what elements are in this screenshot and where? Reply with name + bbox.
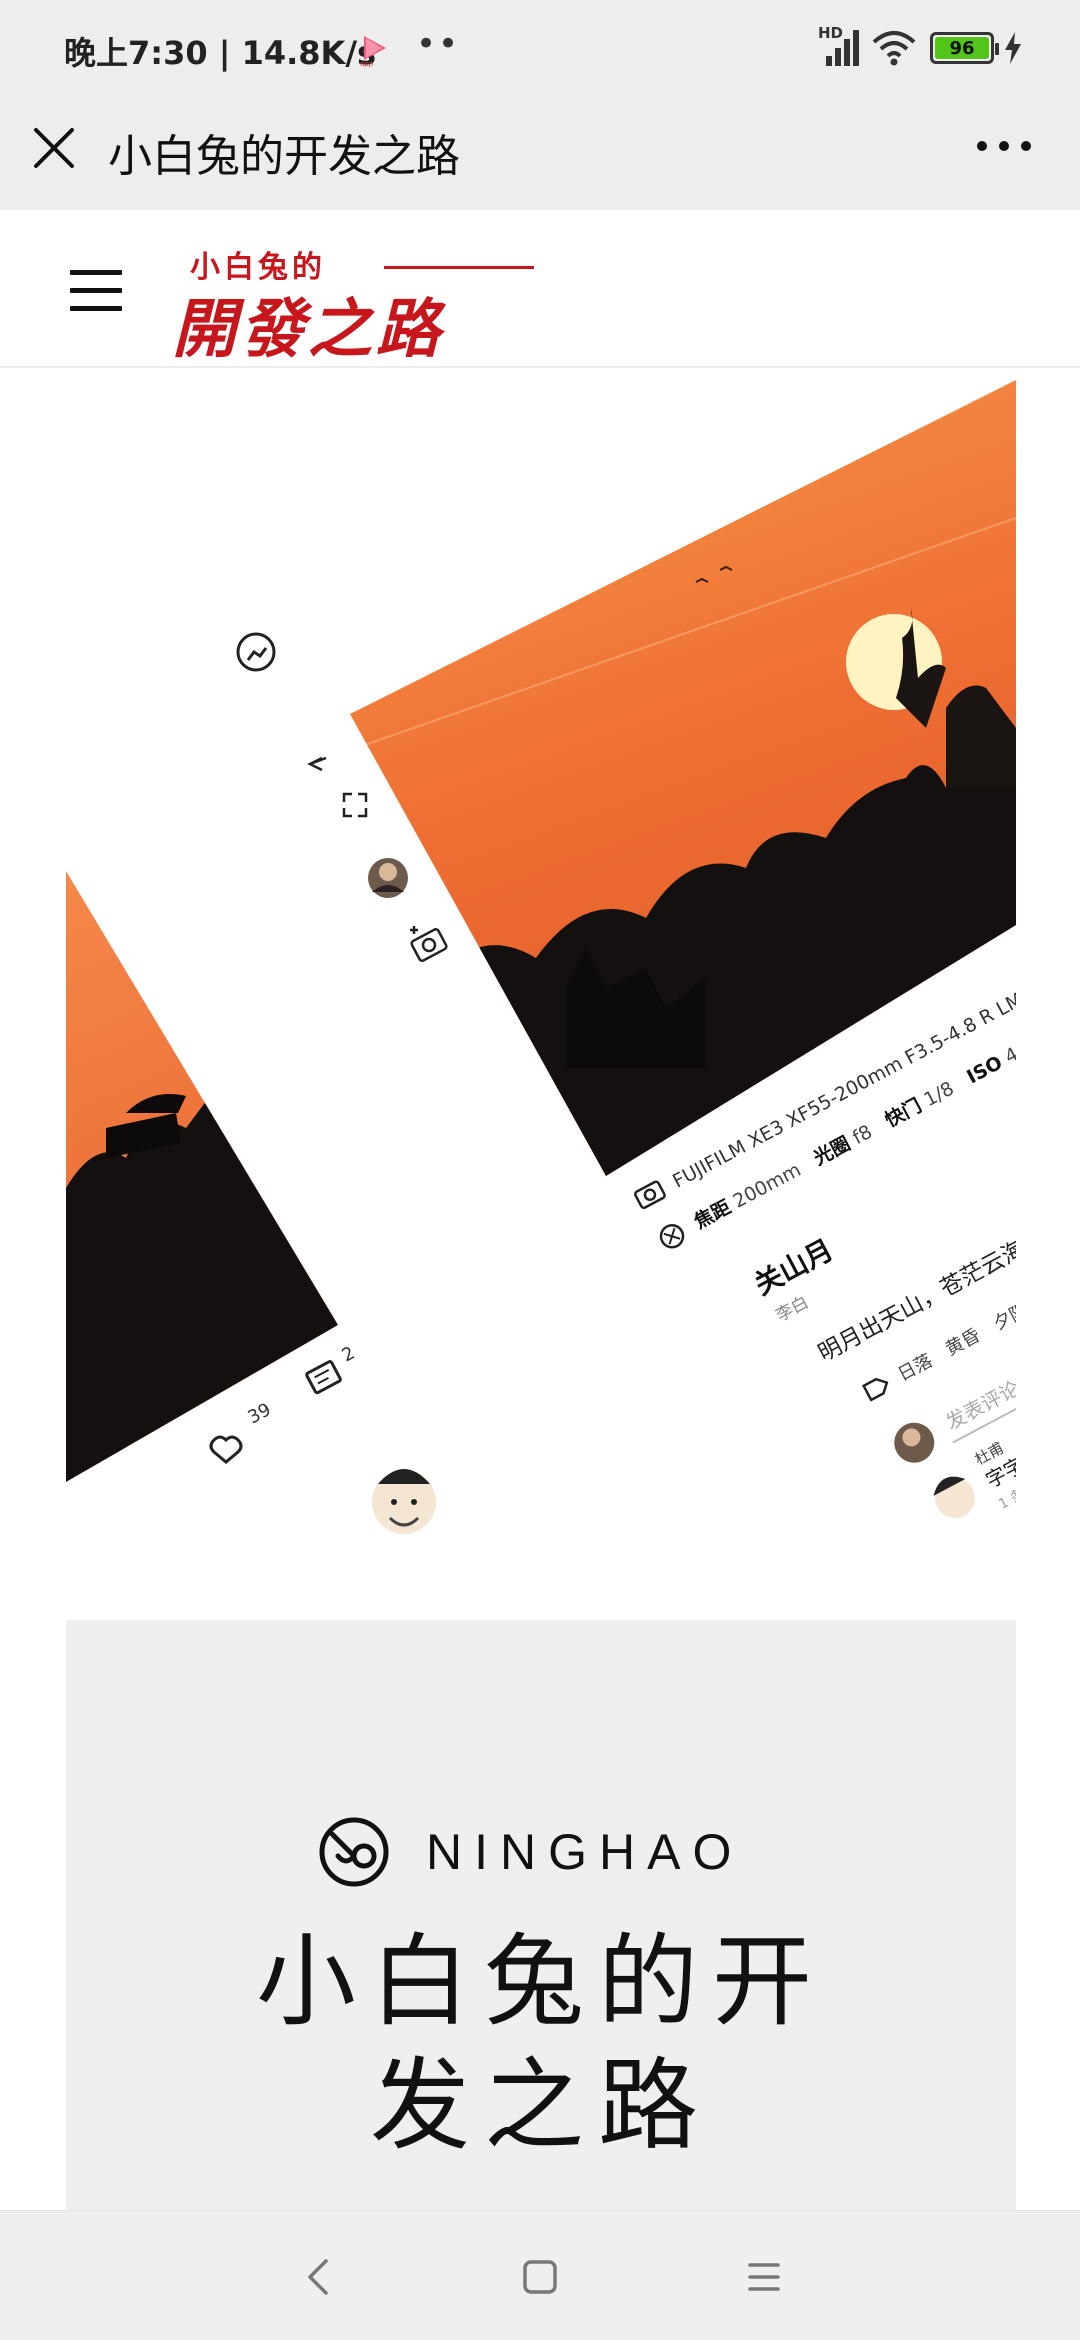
system-nav-bar: [0, 2210, 1080, 2340]
shutter-label: 快门: [881, 1094, 925, 1132]
brand: NINGHAO: [318, 1816, 743, 1888]
like-icon[interactable]: [209, 1435, 243, 1464]
charging-bolt-icon: [1005, 32, 1021, 64]
reply-avatar: [933, 1476, 976, 1519]
back-chevron-icon[interactable]: [296, 2253, 344, 2301]
status-bar: 晚上7:30 | 14.8K/s app •• HD 96: [0, 0, 1080, 96]
browser-title-bar: 小白兔的开发之路: [0, 96, 1080, 210]
battery-level: 96: [935, 37, 989, 59]
svg-text:app: app: [360, 60, 374, 68]
battery-indicator: 96: [930, 32, 999, 64]
hero-svg: 39 2 FUJIFILM XE3 XF55-200mm F3.5-4.8 R …: [66, 380, 1016, 1534]
back-arrow-icon[interactable]: [307, 756, 327, 772]
right-photo: [350, 380, 1016, 1176]
hero-illustration: 39 2 FUJIFILM XE3 XF55-200mm F3.5-4.8 R …: [66, 368, 1016, 1620]
logo-big-text: 開發之路: [172, 292, 444, 367]
user-avatar-small[interactable]: [368, 858, 408, 898]
shutter-value: 1/8: [920, 1077, 957, 1111]
commenter-avatar: [894, 1422, 935, 1463]
intro-card: NINGHAO 小白兔的开 发之路: [66, 1620, 1016, 2210]
comment-count: 2: [338, 1342, 358, 1366]
iso-value: 400: [1001, 1032, 1016, 1068]
status-time: 晚上7:30 | 14.8K/s: [64, 34, 377, 72]
wifi-icon: [872, 31, 916, 66]
aperture-value: f8: [849, 1121, 876, 1149]
card-title-line2: 发之路: [370, 2047, 712, 2164]
poem-title: 关山月: [749, 1233, 839, 1302]
site-logo[interactable]: 小白兔的 開發之路: [172, 242, 562, 367]
cellular-signal-icon: [826, 30, 859, 66]
card-title-line1: 小白兔的开: [256, 1923, 826, 2040]
tag-item: 夕阳: [990, 1300, 1016, 1335]
camera-icon: [634, 1180, 666, 1210]
app-notification-icon: app: [360, 36, 386, 68]
page-title: 小白兔的开发之路: [108, 131, 460, 182]
share-icon[interactable]: [236, 632, 276, 672]
ninghao-logo-icon: [319, 1817, 389, 1887]
tag-item: 黄昏: [942, 1325, 984, 1360]
poem-author: 李白: [773, 1292, 812, 1326]
hamburger-menu-icon[interactable]: [70, 270, 122, 314]
aperture-label: 光圈: [809, 1132, 854, 1171]
fullscreen-icon[interactable]: [342, 792, 368, 818]
author-avatar[interactable]: [372, 1469, 436, 1534]
left-photo: [66, 871, 338, 1482]
card-title: 小白兔的开 发之路: [66, 1920, 1016, 2168]
tag-icon: [861, 1377, 889, 1402]
poem-quote: 明月出天山，苍茫云海间: [814, 1225, 1016, 1367]
close-icon[interactable]: [30, 124, 78, 172]
site-header: 小白兔的 開發之路: [0, 210, 1080, 368]
comment-icon[interactable]: [305, 1360, 342, 1395]
status-more-dots: ••: [416, 24, 461, 64]
iso-label: ISO: [963, 1052, 1006, 1089]
recents-menu-icon[interactable]: [740, 2253, 788, 2301]
more-dots-icon[interactable]: [976, 134, 1032, 158]
tag-item: 日落: [894, 1350, 936, 1385]
add-photo-icon[interactable]: [410, 926, 448, 962]
home-square-icon[interactable]: [516, 2253, 564, 2301]
focal-label: 焦距: [689, 1195, 734, 1234]
focal-value: 200mm: [730, 1159, 805, 1213]
like-count: 39: [244, 1399, 274, 1428]
aperture-icon: [659, 1224, 685, 1249]
brand-name: NINGHAO: [426, 1824, 744, 1880]
logo-divider: [384, 266, 534, 269]
comment-input[interactable]: 发表评论 ...: [942, 1364, 1016, 1435]
